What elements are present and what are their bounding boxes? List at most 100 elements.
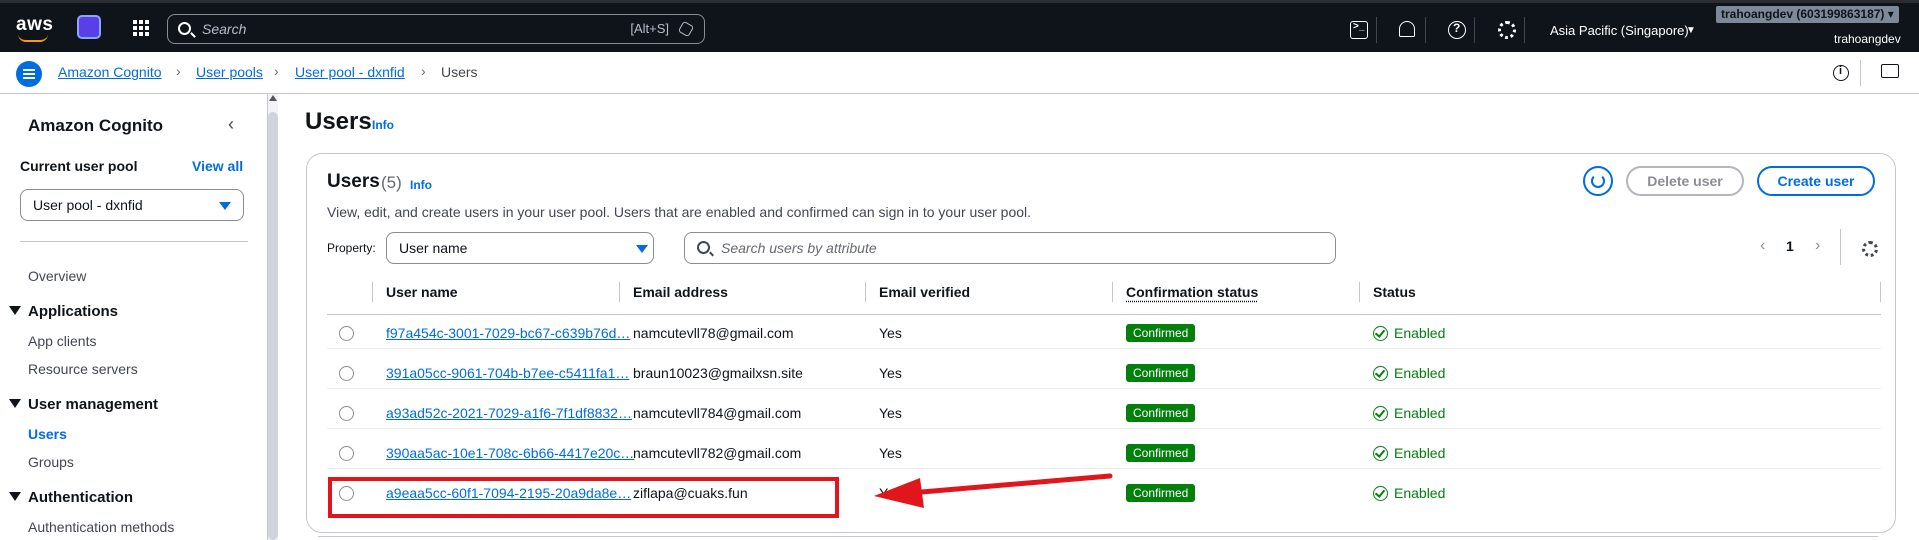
confirmation-badge: Confirmed (1126, 444, 1196, 462)
help-icon[interactable] (1448, 21, 1466, 39)
sidebar-section-authentication[interactable]: Authentication (28, 489, 133, 506)
column-header-confirmation-status[interactable]: Confirmation status (1126, 284, 1258, 300)
caret-down-icon (219, 202, 231, 210)
check-circle-icon (1373, 486, 1388, 501)
chevron-right-icon[interactable]: › (1815, 237, 1820, 255)
sidebar-title: Amazon Cognito (28, 116, 164, 135)
aws-logo-text: aws (16, 14, 54, 35)
caret-down-icon (636, 245, 648, 253)
chevron-left-icon[interactable]: ‹ (1760, 237, 1765, 255)
caret-down-icon[interactable] (9, 306, 21, 315)
sidebar: Amazon Cognito ‹ Current user pool View … (0, 94, 268, 540)
cloudshell-icon[interactable] (1350, 21, 1368, 39)
status-cell: Enabled (1394, 365, 1446, 381)
email-cell: namcutevll782@gmail.com (633, 445, 802, 461)
breadcrumb-bar: Amazon Cognito › User pools › User pool … (0, 52, 1919, 94)
user-pool-select[interactable]: User pool - dxnfid (20, 189, 244, 221)
column-divider[interactable] (619, 282, 620, 302)
check-circle-icon (1373, 326, 1388, 341)
breadcrumb-amazon-cognito[interactable]: Amazon Cognito (58, 64, 162, 80)
confirmation-badge: Confirmed (1126, 324, 1196, 342)
column-divider[interactable] (372, 282, 373, 302)
delete-user-button[interactable]: Delete user (1626, 166, 1744, 196)
email-verified-cell: Yes (879, 445, 902, 461)
caret-down-icon: ▼ (1686, 25, 1696, 36)
status-cell: Enabled (1394, 485, 1446, 501)
page-number[interactable]: 1 (1786, 238, 1794, 254)
info-icon[interactable] (1833, 65, 1849, 81)
account-menu[interactable]: trahoangdev (603199863187) ▾ (1716, 6, 1899, 23)
column-divider[interactable] (865, 282, 866, 302)
sidebar-item-users[interactable]: Users (28, 426, 67, 442)
divider (20, 241, 248, 242)
divider (1376, 17, 1377, 43)
table-row[interactable]: 390aa5ac-10e1-708c-6b66-4417e20c… namcut… (327, 436, 1881, 469)
row-radio[interactable] (339, 366, 354, 381)
region-selector[interactable]: Asia Pacific (Singapore) (1550, 23, 1689, 38)
search-placeholder: Search (202, 21, 247, 37)
aws-logo[interactable]: aws (16, 12, 54, 44)
column-header-status[interactable]: Status (1373, 284, 1416, 300)
user-pool-select-value: User pool - dxnfid (33, 197, 143, 213)
scroll-up-icon[interactable] (269, 95, 277, 101)
confirmation-badge: Confirmed (1126, 364, 1196, 382)
page-info-link[interactable]: Info (372, 118, 394, 132)
column-divider[interactable] (1112, 282, 1113, 302)
sidebar-section-applications[interactable]: Applications (28, 303, 118, 320)
account-label: trahoangdev (603199863187) (1721, 7, 1885, 21)
row-radio[interactable] (339, 406, 354, 421)
sidebar-scrollbar-thumb[interactable] (268, 112, 278, 540)
panel-info-link[interactable]: Info (410, 178, 432, 192)
table-row[interactable]: a93ad52c-2021-7029-a1f6-7f1df8832… namcu… (327, 396, 1881, 429)
column-header-email[interactable]: Email address (633, 284, 728, 300)
status-cell: Enabled (1394, 405, 1446, 421)
divider (1425, 17, 1426, 43)
services-grid-icon[interactable] (133, 20, 149, 36)
row-radio[interactable] (339, 446, 354, 461)
bell-icon[interactable] (1399, 21, 1415, 37)
aws-smile-icon (18, 34, 48, 42)
next-panel-edge (318, 536, 1878, 540)
property-select-value: User name (399, 240, 468, 256)
divider (1474, 17, 1475, 43)
menu-toggle-button[interactable] (16, 61, 42, 87)
user-name-link[interactable]: f97a454c-3001-7029-bc67-c639b76d… (386, 325, 644, 341)
panel-description: View, edit, and create users in your use… (327, 204, 1032, 220)
breadcrumb-user-pool[interactable]: User pool - dxnfid (295, 64, 405, 80)
column-divider[interactable] (1880, 282, 1881, 302)
sidebar-item-app-clients[interactable]: App clients (28, 333, 96, 349)
user-name-link[interactable]: 391a05cc-9061-704b-b7ee-c5411fa1… (386, 365, 644, 381)
gear-icon[interactable] (1862, 241, 1878, 257)
sidebar-item-resource-servers[interactable]: Resource servers (28, 361, 138, 377)
sidebar-item-authentication-methods[interactable]: Authentication methods (28, 519, 174, 535)
column-divider[interactable] (1359, 282, 1360, 302)
chevron-left-icon[interactable]: ‹ (228, 114, 234, 135)
column-header-email-verified[interactable]: Email verified (879, 284, 970, 300)
gear-icon[interactable] (1498, 21, 1516, 39)
create-user-button[interactable]: Create user (1757, 166, 1875, 196)
attribute-search-input[interactable]: Search users by attribute (684, 232, 1336, 264)
sidebar-item-groups[interactable]: Groups (28, 454, 74, 470)
cognito-service-icon[interactable] (77, 15, 101, 39)
caret-down-icon[interactable] (9, 399, 21, 408)
column-header-user-name[interactable]: User name (386, 284, 458, 300)
property-select[interactable]: User name (386, 232, 654, 264)
table-row[interactable]: 391a05cc-9061-704b-b7ee-c5411fa1… braun1… (327, 356, 1881, 389)
check-circle-icon (1373, 366, 1388, 381)
user-name-link[interactable]: 390aa5ac-10e1-708c-6b66-4417e20c… (386, 445, 644, 461)
refresh-button[interactable] (1583, 166, 1613, 196)
view-all-link[interactable]: View all (192, 158, 243, 174)
sidebar-item-overview[interactable]: Overview (28, 268, 86, 284)
breadcrumb-user-pools[interactable]: User pools (196, 64, 263, 80)
chevron-right-icon: › (421, 63, 426, 79)
row-radio[interactable] (339, 326, 354, 341)
table-row[interactable]: f97a454c-3001-7029-bc67-c639b76d… namcut… (327, 316, 1881, 349)
sidebar-section-user-management[interactable]: User management (28, 396, 158, 413)
breadcrumb-current: Users (441, 64, 478, 80)
current-user-pool-label: Current user pool (20, 158, 138, 174)
caret-down-icon[interactable] (9, 492, 21, 501)
chevron-right-icon: › (274, 63, 279, 79)
global-search-input[interactable]: Search [Alt+S] (167, 14, 705, 44)
user-name-link[interactable]: a93ad52c-2021-7029-a1f6-7f1df8832… (386, 405, 644, 421)
monitor-icon[interactable] (1881, 64, 1899, 78)
